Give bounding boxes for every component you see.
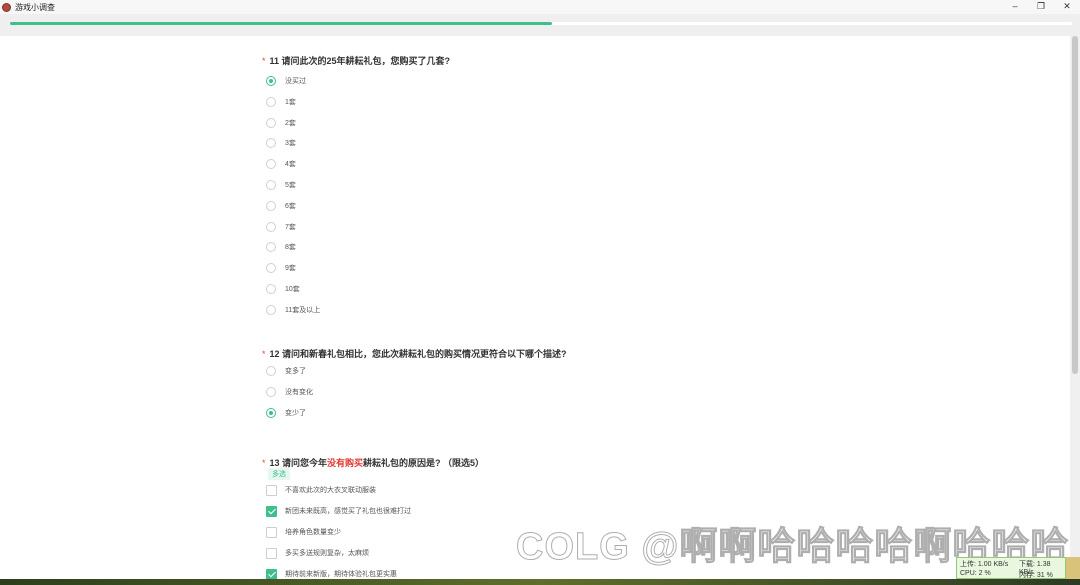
- minimize-button[interactable]: –: [1002, 0, 1028, 12]
- progress-bar: [10, 22, 1072, 25]
- scroll-thumb[interactable]: [1072, 36, 1078, 374]
- radio-option[interactable]: 1套: [266, 92, 296, 112]
- radio-option[interactable]: 10套: [266, 279, 300, 299]
- radio-option[interactable]: 8套: [266, 237, 296, 257]
- checkbox-option[interactable]: 多买多送规则复杂，太麻烦: [266, 543, 369, 563]
- radio-button[interactable]: [266, 76, 276, 86]
- question-12: * 12 请问和新春礼包相比，您此次耕耘礼包的购买情况更符合以下哪个描述? 变多…: [262, 347, 567, 418]
- checkbox[interactable]: [266, 547, 277, 559]
- desktop-background-strip: [0, 579, 1080, 585]
- radio-option[interactable]: 11套及以上: [266, 300, 320, 320]
- radio-option[interactable]: 6套: [266, 196, 296, 216]
- required-mark: *: [262, 457, 266, 468]
- option-label: 1套: [285, 98, 296, 106]
- radio-option[interactable]: 没买过: [266, 71, 306, 91]
- radio-option[interactable]: 4套: [266, 154, 296, 174]
- radio-button[interactable]: [266, 242, 276, 253]
- radio-button[interactable]: [266, 407, 276, 418]
- question-text: 12 请问和新春礼包相比，您此次耕耘礼包的购买情况更符合以下哪个描述?: [269, 349, 567, 359]
- option-label: 新团未来既高，感觉买了礼包也很难打过: [285, 508, 411, 515]
- radio-button[interactable]: [266, 221, 276, 232]
- radio-option[interactable]: 3套: [266, 133, 296, 153]
- option-label: 3套: [285, 140, 296, 148]
- checkbox-option[interactable]: 培养角色数量变少: [266, 522, 341, 542]
- option-label: 培养角色数量变少: [285, 529, 341, 536]
- option-label: 不喜欢此次的大衣叉联动服装: [285, 487, 376, 494]
- cpu-usage: CPU: 2 %: [960, 570, 991, 577]
- upload-speed: 上传: 1.00 KB/s: [960, 561, 1009, 568]
- window-controls: – ❐ ✕: [1002, 0, 1080, 14]
- radio-option[interactable]: 没有变化: [266, 382, 313, 402]
- question-title: * 13 请问您今年 没有购买 耕耘礼包的原因是? （限选5）: [262, 456, 484, 469]
- checkbox[interactable]: [266, 568, 277, 580]
- option-label: 8套: [285, 244, 296, 252]
- radio-option[interactable]: 2套: [266, 113, 296, 133]
- radio-button[interactable]: [266, 117, 276, 128]
- checkbox-option[interactable]: 新团未来既高，感觉买了礼包也很难打过: [266, 501, 411, 521]
- checkbox-option[interactable]: 不喜欢此次的大衣叉联动服装: [266, 480, 376, 500]
- question-title: * 11 请问此次的25年耕耘礼包，您购买了几套?: [262, 54, 450, 67]
- radio-button[interactable]: [266, 386, 276, 397]
- window-title: 游戏小调查: [15, 2, 55, 12]
- question-text: 11 请问此次的25年耕耘礼包，您购买了几套?: [269, 56, 451, 66]
- title-bar: 游戏小调查 – ❐ ✕: [0, 0, 1080, 14]
- required-mark: *: [262, 348, 266, 359]
- radio-button[interactable]: [266, 200, 276, 211]
- option-label: 变少了: [285, 409, 306, 417]
- option-label: 没买过: [285, 78, 306, 85]
- avatar: [1066, 557, 1080, 579]
- question-highlight: 没有购买: [327, 458, 364, 468]
- radio-button[interactable]: [266, 263, 276, 274]
- checkbox[interactable]: [266, 484, 277, 496]
- survey-content: * 11 请问此次的25年耕耘礼包，您购买了几套? 没买过 1套 2套 3套 4套 5套 6…: [0, 36, 1070, 585]
- option-label: 10套: [285, 286, 300, 293]
- network-monitor: 上传: 1.00 KB/s 下载: 1.38 KB/s CPU: 2 % 内存:…: [956, 557, 1066, 579]
- option-label: 5套: [285, 182, 296, 189]
- option-label: 9套: [285, 265, 296, 273]
- radio-option[interactable]: 7套: [266, 217, 296, 237]
- option-label: 没有变化: [285, 388, 313, 396]
- question-11: * 11 请问此次的25年耕耘礼包，您购买了几套? 没买过 1套 2套 3套 4套 5套 6…: [262, 54, 450, 315]
- radio-option[interactable]: 5套: [266, 175, 296, 195]
- radio-option[interactable]: 变少了: [266, 403, 306, 423]
- progress-area: [0, 14, 1080, 36]
- multi-select-tag: 多选: [268, 468, 290, 480]
- question-text-end: 耕耘礼包的原因是? （限选5）: [363, 458, 485, 468]
- option-label: 2套: [285, 119, 296, 127]
- radio-button[interactable]: [266, 138, 276, 149]
- radio-button[interactable]: [266, 180, 276, 190]
- option-label: 7套: [285, 223, 296, 231]
- question-title: * 12 请问和新春礼包相比，您此次耕耘礼包的购买情况更符合以下哪个描述?: [262, 347, 567, 360]
- checkbox[interactable]: [266, 505, 277, 517]
- question-13: * 13 请问您今年 没有购买 耕耘礼包的原因是? （限选5） 多选 不喜欢此次的大…: [262, 456, 484, 580]
- radio-option[interactable]: 变多了: [266, 361, 306, 381]
- required-mark: *: [262, 55, 266, 66]
- radio-button[interactable]: [266, 96, 276, 107]
- checkbox[interactable]: [266, 526, 277, 538]
- radio-option[interactable]: 9套: [266, 258, 296, 278]
- option-label: 多买多送规则复杂，太麻烦: [285, 550, 369, 557]
- radio-button[interactable]: [266, 366, 276, 376]
- close-button[interactable]: ✕: [1054, 0, 1080, 12]
- option-label: 6套: [285, 202, 296, 210]
- app-icon: [2, 2, 11, 12]
- progress-fill: [10, 22, 552, 25]
- option-label: 变多了: [285, 368, 306, 375]
- scrollbar[interactable]: [1070, 36, 1080, 585]
- restore-button[interactable]: ❐: [1028, 0, 1054, 12]
- option-label: 11套及以上: [285, 306, 321, 314]
- radio-button[interactable]: [266, 304, 276, 315]
- option-label: 期待前来新版，期待体验礼包更实惠: [285, 571, 397, 578]
- radio-button[interactable]: [266, 159, 276, 170]
- option-label: 4套: [285, 161, 296, 169]
- radio-button[interactable]: [266, 284, 276, 294]
